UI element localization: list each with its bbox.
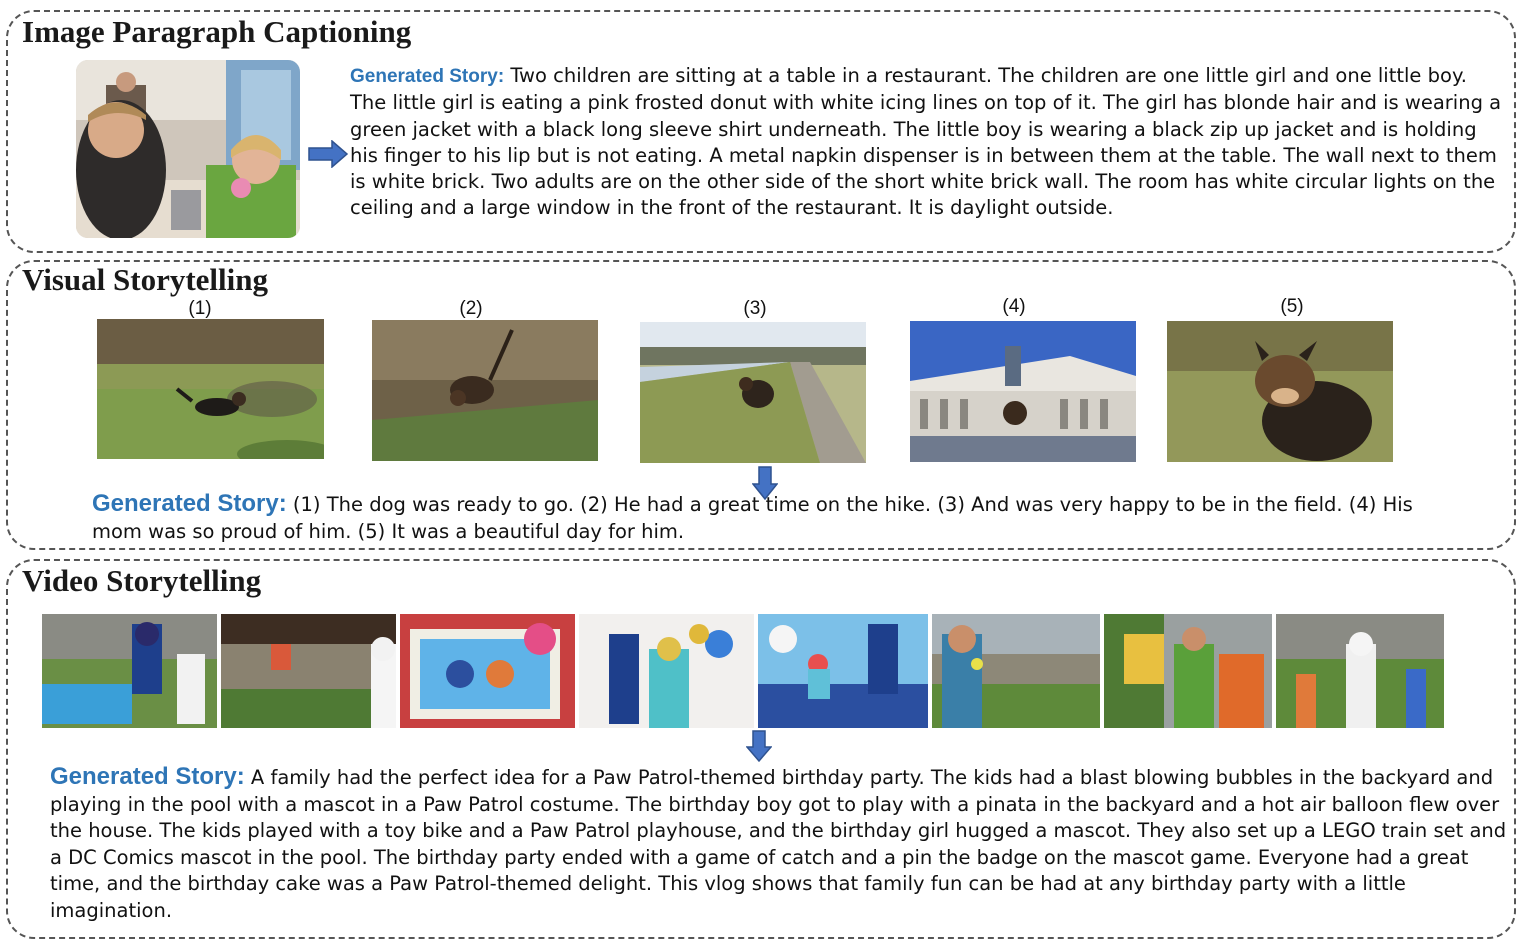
generated-story-paragraph: Generated Story: A family had the perfec… — [50, 763, 1510, 924]
dog-photo-1 — [97, 319, 324, 459]
frame-label: (4) — [1002, 296, 1026, 317]
dog-photo-2 — [372, 320, 598, 461]
video-frame-1 — [42, 614, 217, 728]
frame-label: (5) — [1280, 296, 1304, 317]
right-arrow-icon — [308, 140, 348, 168]
generated-story-paragraph: Generated Story: (1) The dog was ready t… — [92, 490, 1462, 545]
panel-title: Video Storytelling — [22, 563, 262, 598]
frame-label: (2) — [459, 298, 483, 319]
generated-story-label: Generated Story: — [350, 66, 505, 87]
generated-story-text: A family had the perfect idea for a Paw … — [50, 766, 1507, 922]
video-frame-8 — [1276, 614, 1444, 728]
video-frame-3 — [400, 614, 575, 728]
panel-title: Image Paragraph Captioning — [22, 14, 412, 49]
down-arrow-icon — [746, 730, 772, 762]
video-frame-7 — [1104, 614, 1272, 728]
panel-title: Visual Storytelling — [22, 262, 269, 297]
generated-story-text: Two children are sitting at a table in a… — [350, 64, 1502, 220]
video-frame-6 — [932, 614, 1100, 728]
dog-photo-3 — [640, 322, 866, 463]
generated-story-label: Generated Story: — [50, 763, 245, 790]
dog-photo-4 — [910, 321, 1136, 462]
dog-photo-5 — [1167, 321, 1393, 462]
restaurant-children-photo — [76, 60, 300, 238]
video-frame-5 — [758, 614, 928, 728]
generated-story-text: (1) The dog was ready to go. (2) He had … — [92, 493, 1413, 543]
frame-label: (3) — [743, 298, 767, 319]
video-frame-2 — [221, 614, 396, 728]
video-frame-4 — [579, 614, 754, 728]
generated-story-paragraph: Generated Story: Two children are sittin… — [350, 63, 1508, 222]
generated-story-label: Generated Story: — [92, 490, 287, 517]
frame-label: (1) — [188, 298, 212, 319]
